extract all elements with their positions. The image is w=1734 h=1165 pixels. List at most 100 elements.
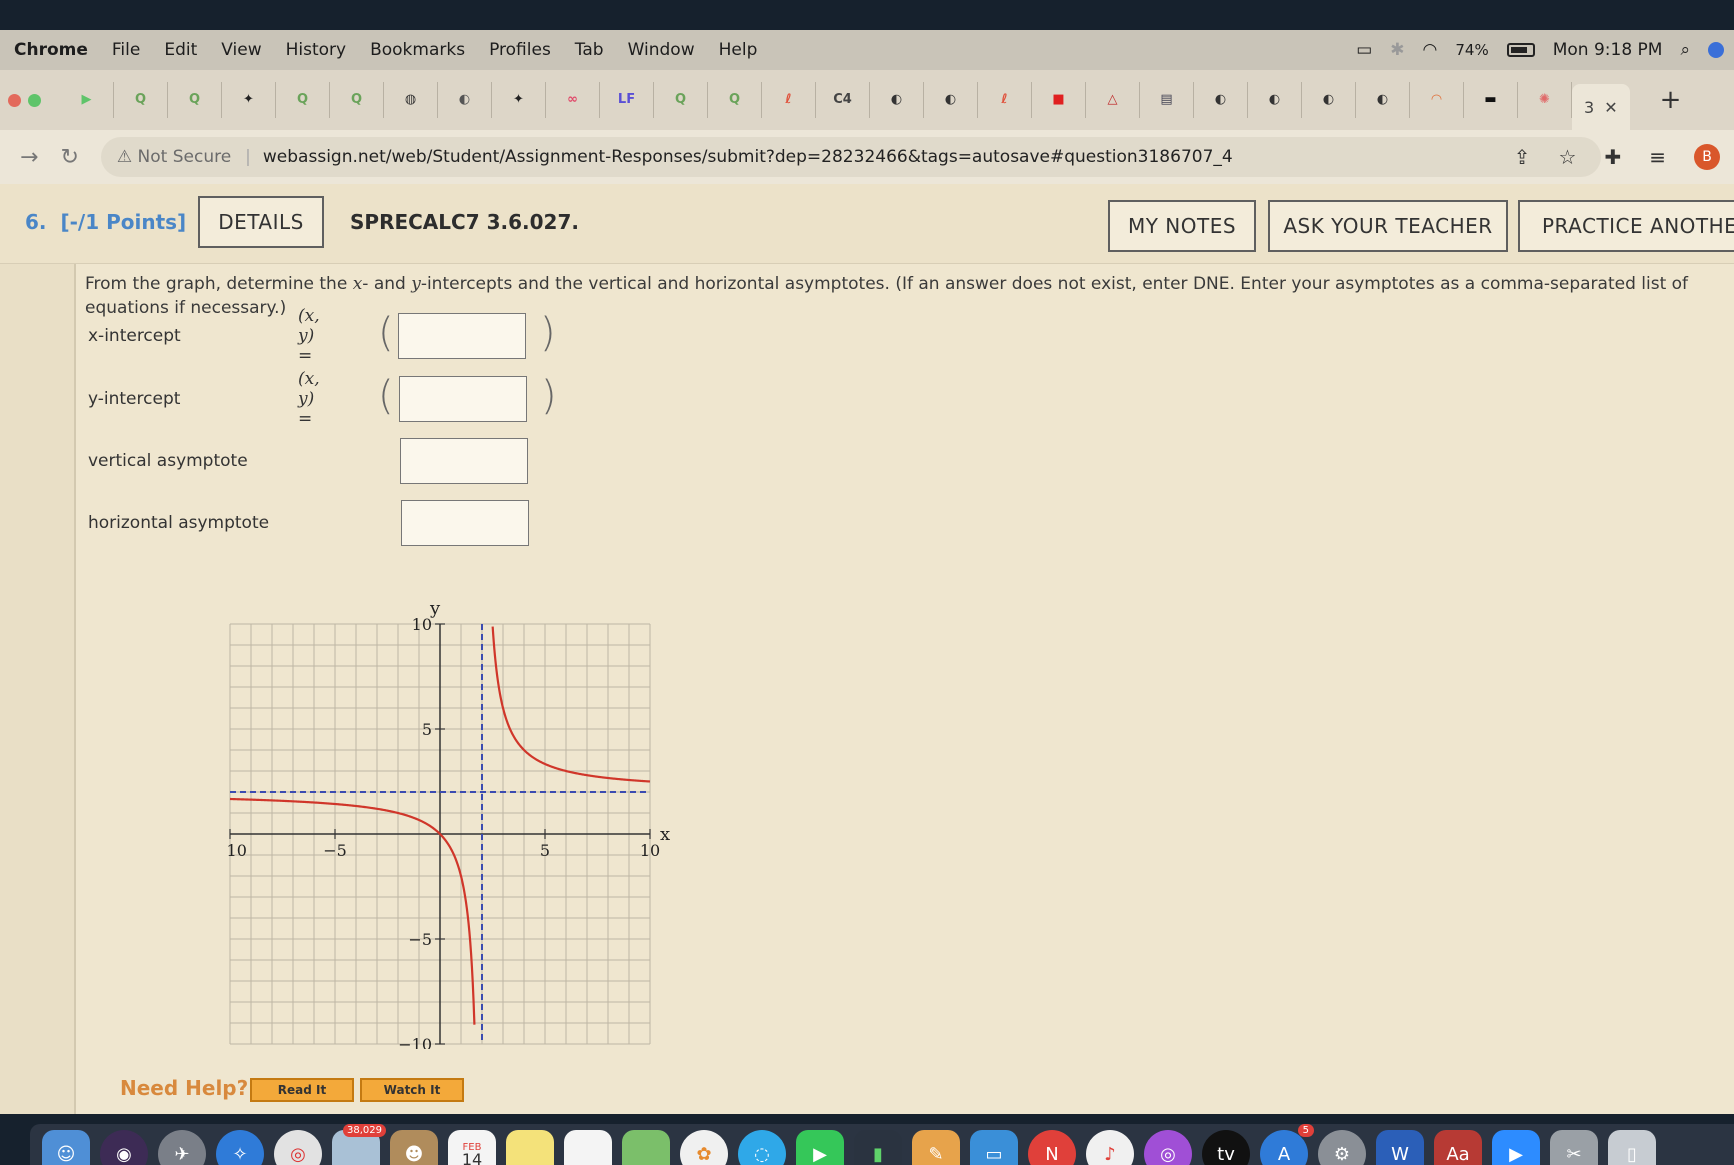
safari-icon[interactable]: ✧ <box>216 1130 264 1165</box>
y-intercept-input[interactable] <box>399 376 527 422</box>
siri-dock-icon[interactable]: ◉ <box>100 1130 148 1165</box>
tab-active[interactable]: 3 ✕ <box>1572 84 1630 130</box>
photos-badge-icon[interactable]: 38,029 <box>332 1124 386 1165</box>
word-icon[interactable]: W <box>1376 1130 1424 1165</box>
tab-favicon[interactable]: ◐ <box>870 82 924 118</box>
url-text[interactable]: webassign.net/web/Student/Assignment-Res… <box>263 147 1233 167</box>
tab-favicon[interactable]: ◠ <box>1410 82 1464 118</box>
reminders-icon[interactable] <box>564 1130 612 1165</box>
system-preferences-icon[interactable]: ⚙ <box>1318 1130 1366 1165</box>
menu-bookmarks[interactable]: Bookmarks <box>370 40 465 60</box>
photos-icon[interactable]: ✿ <box>680 1130 728 1165</box>
x-intercept-input[interactable] <box>398 313 526 359</box>
tab-favicon[interactable]: ▶ <box>60 82 114 118</box>
watch-it-button[interactable]: Watch It <box>360 1078 464 1102</box>
not-secure-warning[interactable]: ⚠ Not Secure <box>117 147 231 167</box>
menu-edit[interactable]: Edit <box>164 40 197 60</box>
finder-icon[interactable]: ☺ <box>42 1130 90 1165</box>
trash-icon[interactable]: ▯ <box>1608 1130 1656 1165</box>
keynote-icon[interactable]: ▭ <box>970 1130 1018 1165</box>
tab-favicon[interactable]: Q <box>330 82 384 118</box>
tab-favicon[interactable]: ℓ <box>762 82 816 118</box>
notes-icon[interactable] <box>506 1130 554 1165</box>
spotlight-search-icon[interactable]: ⌕ <box>1680 40 1690 60</box>
tab-favicon[interactable]: ◐ <box>1194 82 1248 118</box>
tab-favicon[interactable]: ✦ <box>492 82 546 118</box>
pages-icon[interactable]: ✎ <box>912 1130 960 1165</box>
tab-favicon[interactable]: ◍ <box>384 82 438 118</box>
tab-favicon[interactable]: ▤ <box>1140 82 1194 118</box>
tab-close-icon[interactable]: ✕ <box>1604 98 1617 117</box>
maps-icon[interactable] <box>622 1130 670 1165</box>
bookmark-star-icon[interactable]: ☆ <box>1559 145 1577 169</box>
numbers-icon[interactable]: ▮ <box>854 1130 902 1165</box>
my-notes-button[interactable]: MY NOTES <box>1108 200 1256 252</box>
tab-favicon[interactable]: ℓ <box>978 82 1032 118</box>
menu-profiles[interactable]: Profiles <box>489 40 551 60</box>
read-it-button[interactable]: Read It <box>250 1078 354 1102</box>
tab-icon: ▬ <box>1484 92 1497 107</box>
apple-tv-icon[interactable]: tv <box>1202 1130 1250 1165</box>
airplay-icon[interactable]: ▭ <box>1356 40 1372 60</box>
siri-icon[interactable] <box>1708 42 1724 58</box>
tab-favicon[interactable]: ◐ <box>1302 82 1356 118</box>
tab-favicon[interactable]: ◐ <box>1248 82 1302 118</box>
tab-favicon[interactable]: ◐ <box>924 82 978 118</box>
contacts-icon[interactable]: ☻ <box>390 1130 438 1165</box>
dictionary-icon[interactable]: Aa <box>1434 1130 1482 1165</box>
bluetooth-icon[interactable]: ✱ <box>1390 40 1404 60</box>
tab-favicon[interactable]: ▬ <box>1464 82 1518 118</box>
tab-favicon[interactable]: ■ <box>1032 82 1086 118</box>
menu-window[interactable]: Window <box>628 40 695 60</box>
battery-icon[interactable] <box>1506 43 1535 57</box>
x-axis-label: x <box>660 824 670 845</box>
utilities-icon[interactable]: ✂ <box>1550 1130 1598 1165</box>
tab-favicon[interactable]: ✦ <box>222 82 276 118</box>
new-tab-button[interactable]: + <box>1660 85 1682 115</box>
news-icon[interactable]: N <box>1028 1130 1076 1165</box>
window-close-icon[interactable] <box>8 93 21 107</box>
facetime-icon[interactable]: ▶ <box>796 1130 844 1165</box>
menu-tab[interactable]: Tab <box>575 40 604 60</box>
tab-favicon[interactable]: Q <box>654 82 708 118</box>
vertical-asymptote-input[interactable] <box>400 438 528 484</box>
tab-favicon[interactable]: Q <box>114 82 168 118</box>
zoom-icon[interactable]: ▶ <box>1492 1130 1540 1165</box>
omnibox[interactable]: ⚠ Not Secure | webassign.net/web/Student… <box>100 137 1601 177</box>
reload-icon[interactable]: ↻ <box>60 145 78 170</box>
menu-view[interactable]: View <box>221 40 261 60</box>
profile-avatar[interactable]: B <box>1694 144 1720 170</box>
tab-favicon[interactable]: ∞ <box>546 82 600 118</box>
tab-favicon[interactable]: Q <box>708 82 762 118</box>
share-icon[interactable]: ⇪ <box>1514 145 1531 169</box>
menu-app-chrome[interactable]: Chrome <box>14 40 88 60</box>
chrome-icon[interactable]: ◎ <box>274 1130 322 1165</box>
ask-your-teacher-button[interactable]: ASK YOUR TEACHER <box>1268 200 1508 252</box>
tab-favicon[interactable]: ◐ <box>1356 82 1410 118</box>
reading-list-icon[interactable]: ≡ <box>1649 145 1666 169</box>
launchpad-icon[interactable]: ✈ <box>158 1130 206 1165</box>
practice-another-button[interactable]: PRACTICE ANOTHER <box>1518 200 1734 252</box>
tab-favicon[interactable]: LF <box>600 82 654 118</box>
tab-favicon[interactable]: Q <box>276 82 330 118</box>
clock[interactable]: Mon 9:18 PM <box>1553 40 1663 60</box>
menu-help[interactable]: Help <box>719 40 758 60</box>
tab-favicon[interactable]: ◐ <box>438 82 492 118</box>
tab-favicon[interactable]: △ <box>1086 82 1140 118</box>
horizontal-asymptote-input[interactable] <box>401 500 529 546</box>
tab-favicon[interactable]: Q <box>168 82 222 118</box>
details-button[interactable]: DETAILS <box>198 196 324 248</box>
forward-icon[interactable]: → <box>20 145 38 170</box>
calendar-icon[interactable]: FEB 14 <box>448 1130 496 1165</box>
tab-favicon[interactable]: C4 <box>816 82 870 118</box>
app-store-icon[interactable]: A5 <box>1260 1124 1314 1165</box>
menu-history[interactable]: History <box>286 40 346 60</box>
wifi-icon[interactable]: ◠ <box>1423 40 1438 60</box>
music-icon[interactable]: ♪ <box>1086 1130 1134 1165</box>
menu-file[interactable]: File <box>112 40 140 60</box>
podcasts-icon[interactable]: ◎ <box>1144 1130 1192 1165</box>
tab-favicon[interactable]: ✺ <box>1518 82 1572 118</box>
window-zoom-icon[interactable] <box>28 93 41 107</box>
extensions-puzzle-icon[interactable]: ✚ <box>1604 145 1621 169</box>
messages-icon[interactable]: ◌ <box>738 1130 786 1165</box>
